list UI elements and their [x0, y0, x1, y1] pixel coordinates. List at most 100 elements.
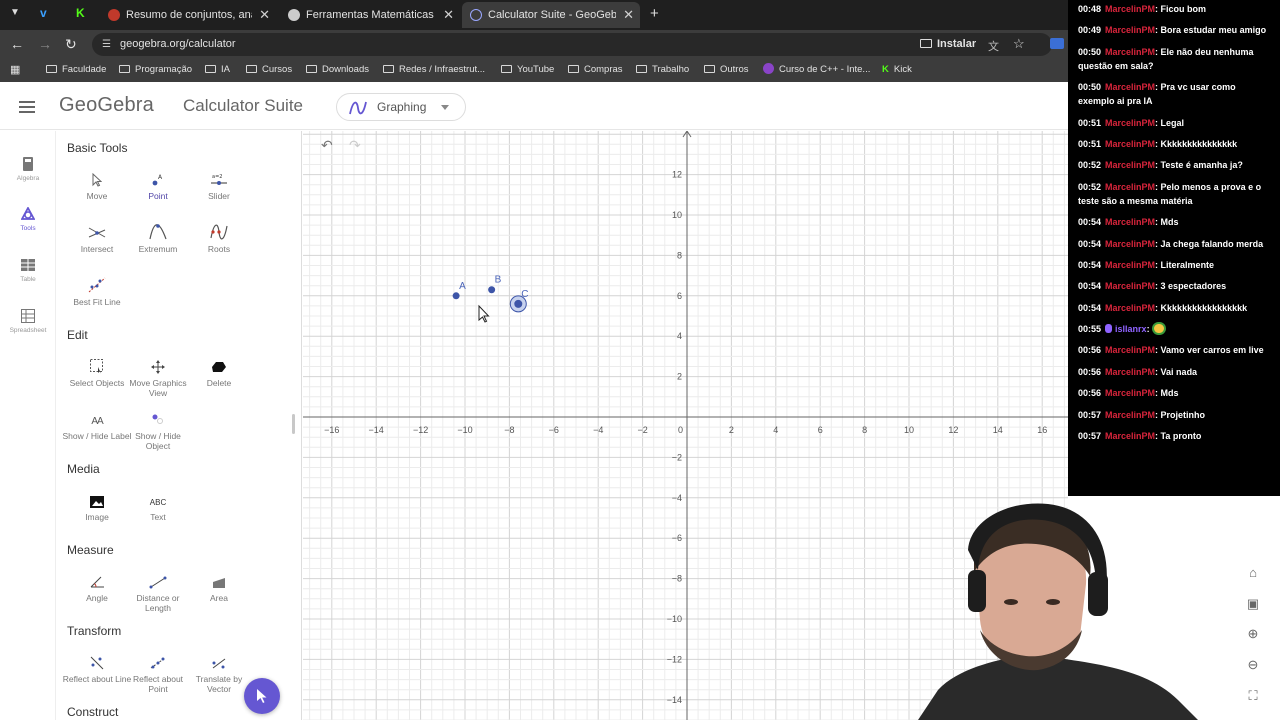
rail-item-spreadsheet[interactable]: Spreadsheet [0, 309, 56, 334]
zoom-out-icon[interactable]: ⊖ [1243, 655, 1263, 675]
geogebra-favicon-icon [470, 9, 482, 21]
close-icon[interactable]: ✕ [443, 2, 454, 28]
bookmark-folder[interactable]: Programação [119, 58, 192, 82]
tool-extremum[interactable]: Extremum [123, 220, 193, 254]
tool-show-hide-object[interactable]: Show / Hide Object [123, 407, 193, 451]
bookmark-label: Curso de C++ - Inte... [779, 64, 871, 75]
image-icon [90, 496, 104, 508]
bookmark-star-icon[interactable]: ☆ [1013, 36, 1025, 52]
tab-list-chevron-icon[interactable]: ▼ [10, 7, 20, 18]
new-tab-icon[interactable]: + [650, 5, 659, 22]
tool-point[interactable]: A Point [123, 167, 193, 201]
tool-reflect-about-line[interactable]: Reflect about Line [62, 650, 132, 684]
bookmark-folder[interactable]: Trabalho [636, 58, 689, 82]
bookmark-link[interactable]: Curso de C++ - Inte... [763, 58, 870, 82]
fullscreen-icon[interactable]: ⛶ [1243, 686, 1263, 706]
tool-angle[interactable]: Angle [62, 569, 132, 603]
x-tick-label: 6 [818, 425, 823, 435]
tool-label: Reflect about Line [62, 674, 132, 684]
tool-move-graphics-view[interactable]: Move Graphics View [123, 354, 193, 398]
browser-tab[interactable]: Resumo de conjuntos, análise c ✕ [100, 2, 276, 28]
k-extension-icon[interactable]: K [76, 6, 85, 20]
tool-intersect[interactable]: Intersect [62, 220, 132, 254]
reload-icon[interactable]: ↻ [65, 34, 77, 54]
tool-show-hide-label[interactable]: AA Show / Hide Label [62, 407, 132, 442]
tool-area[interactable]: Area [184, 569, 254, 603]
chat-time: 00:57 [1078, 431, 1102, 442]
menu-icon[interactable] [19, 101, 35, 113]
tools-scrollbar[interactable] [292, 414, 295, 434]
rail-item-tools[interactable]: Tools [0, 207, 56, 232]
tool-translate-by-vector[interactable]: Translate by Vector [184, 650, 254, 694]
chat-time: 00:50 [1078, 46, 1102, 57]
chat-message: 00:54 MarcelinPM: Kkkkkkkkkkkkkkkkk [1078, 301, 1274, 315]
browser-tab[interactable]: Ferramentas Matemáticas Nave ✕ [280, 2, 460, 28]
rail-item-table[interactable]: Table [0, 258, 56, 283]
zoom-in-icon[interactable]: ⊕ [1243, 624, 1263, 644]
tool-select-objects[interactable]: Select Objects [62, 354, 132, 388]
favicon-icon [108, 9, 120, 21]
bookmark-folder[interactable]: Downloads [306, 58, 369, 82]
tool-delete[interactable]: Delete [184, 354, 254, 388]
tools-icon [21, 207, 35, 220]
tool-fab-button[interactable] [244, 678, 280, 714]
tool-roots[interactable]: Roots [184, 220, 254, 254]
reflect-point-icon [150, 657, 166, 669]
tool-text[interactable]: ABC Text [123, 488, 193, 522]
apps-grid-icon[interactable]: ▦ [10, 58, 20, 82]
bookmark-folder[interactable]: IA [205, 58, 230, 82]
tool-image[interactable]: Image [62, 488, 132, 522]
chat-time: 00:51 [1078, 117, 1102, 128]
tool-slider[interactable]: a=2 Slider [184, 167, 254, 201]
extension-icon[interactable] [1050, 38, 1064, 49]
text-abc-icon: ABC [123, 488, 193, 508]
folder-icon [119, 65, 130, 73]
close-icon[interactable]: ✕ [623, 2, 634, 28]
graphics-style-icon[interactable]: ▣ [1243, 594, 1263, 614]
bookmark-folder[interactable]: Outros [704, 58, 749, 82]
chat-text: Ta pronto [1160, 431, 1202, 442]
tool-distance-or-length[interactable]: Distance or Length [123, 569, 193, 613]
tool-best-fit-line[interactable]: Best Fit Line [62, 273, 132, 307]
view-rail: Algebra Tools Table Spreadsheet [0, 131, 56, 720]
chat-message: 00:57 MarcelinPM: Ta pronto [1078, 429, 1274, 443]
chat-message: 00:48 MarcelinPM: Ficou bom [1078, 2, 1274, 16]
browser-tab-active[interactable]: Calculator Suite - GeoGebra ✕ [462, 2, 640, 28]
folder-icon [501, 65, 512, 73]
point-b [488, 286, 496, 294]
tool-move[interactable]: Move [62, 167, 132, 201]
undo-icon[interactable]: ↶ [321, 137, 333, 154]
install-button[interactable]: Instalar [920, 34, 976, 54]
folder-icon [306, 65, 317, 73]
bookmark-folder[interactable]: Faculdade [46, 58, 106, 82]
bookmark-folder[interactable]: Cursos [246, 58, 292, 82]
v-extension-icon[interactable]: v [40, 6, 47, 20]
angle-icon [90, 576, 104, 588]
rail-item-algebra[interactable]: Algebra [0, 157, 56, 182]
chat-time: 00:49 [1078, 25, 1102, 36]
app-header: GeoGebra Calculator Suite Graphing [0, 84, 1068, 130]
y-tick-label: 8 [677, 250, 682, 260]
x-tick-label: 14 [993, 425, 1003, 435]
point-c [514, 299, 523, 308]
tab-title: Resumo de conjuntos, análise c [126, 9, 252, 21]
chat-time: 00:52 [1078, 181, 1102, 192]
forward-icon[interactable]: → [38, 34, 52, 54]
x-tick-label: 0 [678, 425, 683, 435]
close-icon[interactable]: ✕ [259, 2, 270, 28]
app-select-dropdown[interactable]: Graphing [336, 93, 466, 121]
home-icon[interactable]: ⌂ [1243, 563, 1263, 583]
bookmark-folder[interactable]: YouTube [501, 58, 554, 82]
eraser-icon [212, 362, 226, 372]
url-field[interactable]: ☰ geogebra.org/calculator [92, 33, 1052, 56]
tool-label: Best Fit Line [73, 297, 121, 307]
bookmark-folder[interactable]: Compras [568, 58, 623, 82]
translate-icon[interactable]: 文 [988, 38, 999, 54]
tool-label: Reflect about Point [132, 674, 184, 694]
chat-username: MarcelinPM [1105, 366, 1156, 377]
tool-reflect-about-point[interactable]: Reflect about Point [123, 650, 193, 694]
site-info-icon[interactable]: ☰ [102, 33, 111, 56]
back-icon[interactable]: ← [10, 34, 24, 54]
bookmark-folder[interactable]: Redes / Infraestrut... [383, 58, 485, 82]
bookmark-link[interactable]: K Kick [882, 58, 912, 82]
